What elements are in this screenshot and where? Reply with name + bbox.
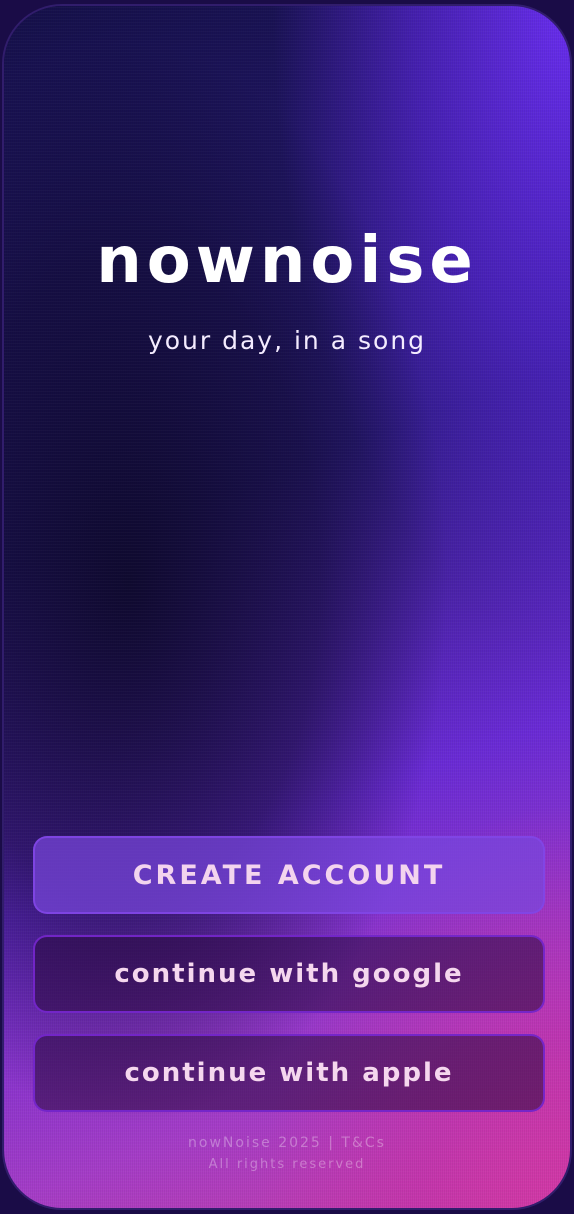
create-account-button[interactable]: CREATE ACCOUNT [33,836,545,914]
app-logo: nownoise [96,224,478,298]
continue-with-apple-button[interactable]: continue with apple [33,1034,545,1112]
footer-copyright: nowNoise 2025 | T&Cs [188,1135,386,1151]
footer-rights: All rights reserved [208,1157,366,1172]
grain-overlay [4,6,570,1208]
continue-with-google-button[interactable]: continue with google [33,935,545,1013]
app-tagline: your day, in a song [147,326,427,355]
app-screen: nownoise your day, in a song CREATE ACCO… [4,6,570,1208]
